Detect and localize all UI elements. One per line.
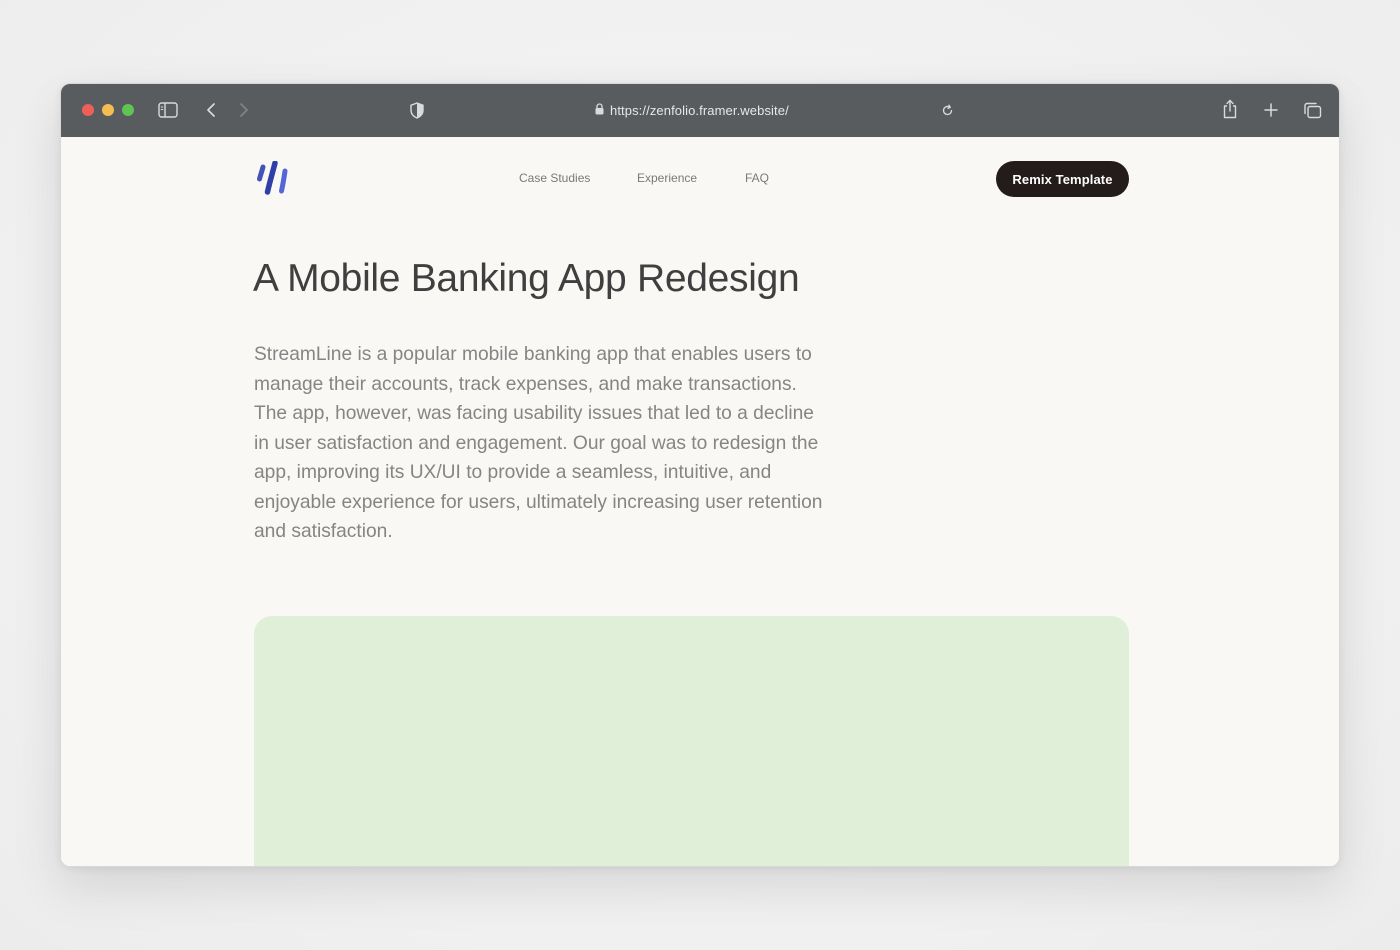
tab-overview-icon[interactable] xyxy=(1301,100,1323,120)
lock-icon xyxy=(595,102,604,118)
share-icon[interactable] xyxy=(1220,98,1240,120)
hero-image-card xyxy=(254,616,1129,866)
nav-link-faq[interactable]: FAQ xyxy=(745,171,769,185)
minimize-window-button[interactable] xyxy=(102,104,114,116)
browser-toolbar: https://zenfolio.framer.website/ xyxy=(61,84,1339,137)
url-text: https://zenfolio.framer.website/ xyxy=(610,102,789,118)
reload-icon[interactable] xyxy=(938,101,956,119)
back-arrow-icon[interactable] xyxy=(203,100,219,120)
remix-template-button[interactable]: Remix Template xyxy=(996,161,1129,197)
address-bar[interactable]: https://zenfolio.framer.website/ xyxy=(595,100,789,120)
browser-window: https://zenfolio.framer.website/ Case St… xyxy=(60,83,1340,867)
new-tab-plus-icon[interactable] xyxy=(1261,100,1281,120)
web-page: Case Studies Experience FAQ Remix Templa… xyxy=(61,137,1339,866)
forward-arrow-icon[interactable] xyxy=(236,100,252,120)
sidebar-toggle-icon[interactable] xyxy=(157,100,179,120)
project-description: StreamLine is a popular mobile banking a… xyxy=(254,344,823,542)
maximize-window-button[interactable] xyxy=(122,104,134,116)
site-logo-icon[interactable] xyxy=(256,160,290,197)
nav-link-experience[interactable]: Experience xyxy=(637,171,697,185)
nav-link-case-studies[interactable]: Case Studies xyxy=(519,171,590,185)
privacy-shield-icon[interactable] xyxy=(408,100,426,120)
screen-background: https://zenfolio.framer.website/ Case St… xyxy=(0,0,1400,950)
page-title: A Mobile Banking App Redesign xyxy=(253,257,800,300)
close-window-button[interactable] xyxy=(82,104,94,116)
